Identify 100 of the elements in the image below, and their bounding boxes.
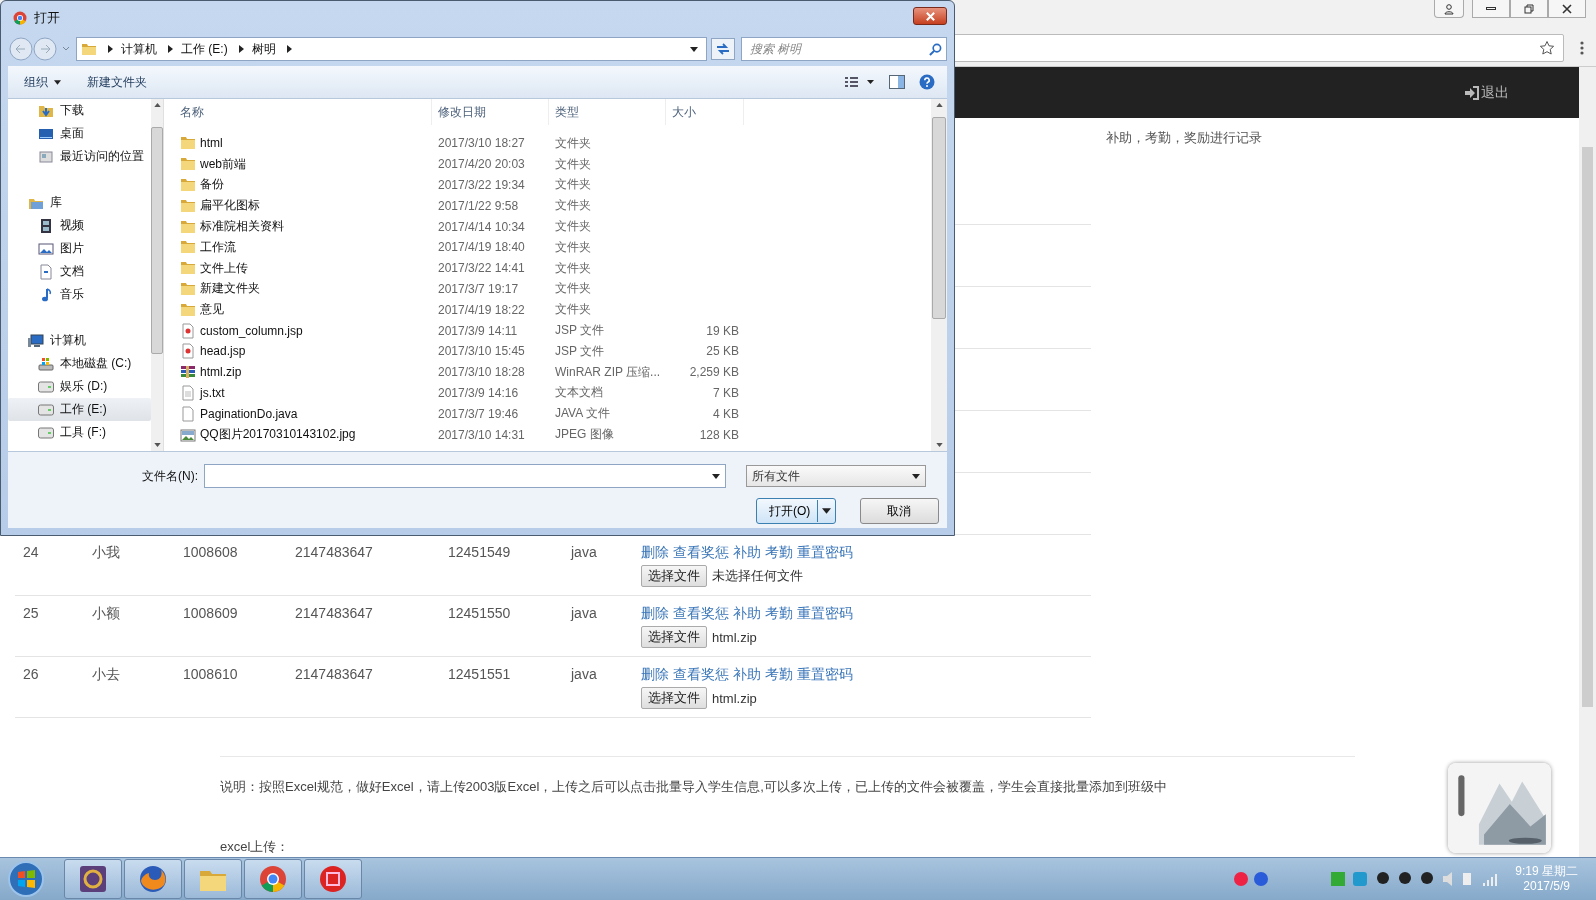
menu-icon[interactable]: [1580, 40, 1584, 56]
file-name[interactable]: 新建文件夹: [200, 280, 260, 298]
file-name[interactable]: js.txt: [200, 385, 225, 400]
folder-icon: [180, 156, 196, 173]
table-cell-text: 小去: [92, 666, 121, 684]
action-link[interactable]: 删除: [641, 605, 669, 623]
nav-item[interactable]: 文档: [8, 260, 151, 283]
chevron-icon: [237, 45, 244, 53]
chrome-icon[interactable]: [244, 859, 302, 899]
filename-field[interactable]: [204, 464, 726, 488]
file-name[interactable]: html.zip: [200, 365, 242, 380]
help-icon[interactable]: [919, 74, 935, 90]
scroll-up-icon[interactable]: [153, 103, 161, 107]
scroll-down-icon[interactable]: [153, 443, 161, 447]
firefox-icon[interactable]: [124, 859, 182, 899]
choose-file-button[interactable]: 选择文件: [641, 687, 707, 709]
scroll-up-icon[interactable]: [935, 103, 943, 107]
action-link[interactable]: 补助: [733, 666, 761, 684]
breadcrumb-item[interactable]: 工作 (E:): [181, 40, 228, 58]
file-name[interactable]: 备份: [200, 176, 224, 194]
nav-item[interactable]: 桌面: [8, 122, 151, 145]
nav-item[interactable]: 最近访问的位置: [8, 145, 151, 168]
file-name[interactable]: html: [200, 136, 223, 151]
file-size: 4 KB: [712, 406, 739, 421]
view-options-icon[interactable]: [845, 76, 875, 88]
logout-link[interactable]: 退出: [1464, 83, 1509, 102]
nav-item[interactable]: 下载: [8, 99, 151, 122]
nav-item[interactable]: 娱乐 (D:): [8, 375, 151, 398]
file-status: 未选择任何文件: [712, 567, 803, 585]
dropdown-arrow-icon[interactable]: [690, 46, 698, 52]
nav-item[interactable]: 库: [8, 191, 151, 214]
file-name[interactable]: custom_column.jsp: [200, 323, 303, 338]
toolbar-button[interactable]: 新建文件夹: [87, 73, 147, 91]
close-button[interactable]: [1548, 0, 1586, 18]
column-header[interactable]: 大小: [666, 99, 744, 125]
drive-icon: [38, 378, 54, 395]
file-name[interactable]: PaginationDo.java: [200, 406, 298, 421]
nav-item[interactable]: 音乐: [8, 283, 151, 306]
file-name[interactable]: QQ图片20170310143102.jpg: [200, 426, 356, 444]
action-link[interactable]: 删除: [641, 666, 669, 684]
file-name[interactable]: head.jsp: [200, 344, 246, 359]
search-field[interactable]: 搜索 树明: [741, 37, 947, 61]
action-link[interactable]: 重置密码: [797, 666, 853, 684]
search-input[interactable]: 搜索 树明: [748, 41, 929, 57]
file-name[interactable]: 文件上传: [200, 259, 248, 277]
action-link[interactable]: 补助: [733, 544, 761, 562]
action-link[interactable]: 补助: [733, 605, 761, 623]
nav-item[interactable]: 计算机: [8, 329, 151, 352]
action-link[interactable]: 查看奖惩: [673, 544, 729, 562]
archive-icon: [180, 364, 196, 381]
ide-app-icon[interactable]: [64, 859, 122, 899]
dialog-title: 打开: [34, 9, 60, 27]
breadcrumb-item[interactable]: 计算机: [121, 40, 157, 58]
minimize-button[interactable]: [1472, 0, 1510, 18]
nav-item[interactable]: 工作 (E:): [8, 398, 151, 421]
nav-item[interactable]: 本地磁盘 (C:): [8, 352, 151, 375]
file-name[interactable]: 意见: [200, 301, 224, 319]
breadcrumb-item[interactable]: 树明: [251, 40, 276, 58]
scrollbar-thumb[interactable]: [1582, 147, 1593, 707]
cancel-button[interactable]: 取消: [859, 498, 939, 524]
nav-item[interactable]: 图片: [8, 237, 151, 260]
file-type: JAVA 文件: [554, 405, 611, 423]
preview-pane-icon[interactable]: [889, 75, 905, 89]
action-link[interactable]: 删除: [641, 544, 669, 562]
computer-icon: [28, 332, 44, 349]
scrollbar-thumb[interactable]: [151, 126, 163, 354]
choose-file-button[interactable]: 选择文件: [641, 626, 707, 648]
breadcrumb-bar[interactable]: 计算机 工作 (E:) 树明: [76, 37, 707, 61]
nav-item[interactable]: 工具 (F:): [8, 421, 151, 444]
table-cell-text: java: [571, 666, 598, 682]
file-name[interactable]: 工作流: [200, 238, 236, 256]
scrollbar-thumb[interactable]: [932, 116, 946, 319]
action-link[interactable]: 查看奖惩: [673, 605, 729, 623]
dropdown-arrow-icon[interactable]: [712, 473, 720, 479]
file-type-dropdown[interactable]: 所有文件: [746, 465, 926, 487]
refresh-button[interactable]: [711, 38, 735, 60]
close-button[interactable]: [913, 7, 947, 25]
folder-app-icon[interactable]: [184, 859, 242, 899]
open-button[interactable]: 打开(O): [756, 498, 836, 524]
start-button[interactable]: [6, 859, 46, 899]
file-name[interactable]: web前端: [200, 155, 246, 173]
star-icon[interactable]: [1539, 40, 1555, 56]
column-header[interactable]: 名称: [174, 99, 432, 125]
file-name[interactable]: 标准院相关资料: [200, 218, 284, 236]
action-link[interactable]: 考勤: [765, 605, 793, 623]
scroll-down-icon[interactable]: [935, 443, 943, 447]
action-link[interactable]: 考勤: [765, 666, 793, 684]
clock-time: 9:19 星期二: [1515, 864, 1578, 879]
action-link[interactable]: 考勤: [765, 544, 793, 562]
toolbar-button[interactable]: 组织: [24, 73, 61, 91]
action-link[interactable]: 重置密码: [797, 544, 853, 562]
action-link[interactable]: 查看奖惩: [673, 666, 729, 684]
nav-item[interactable]: 视频: [8, 214, 151, 237]
seal-app-icon[interactable]: [304, 859, 362, 899]
column-header[interactable]: 修改日期: [432, 99, 549, 125]
action-link[interactable]: 重置密码: [797, 605, 853, 623]
column-header[interactable]: 类型: [549, 99, 666, 125]
file-name[interactable]: 扁平化图标: [200, 197, 260, 215]
profile-button[interactable]: [1434, 0, 1464, 18]
choose-file-button[interactable]: 选择文件: [641, 565, 707, 587]
